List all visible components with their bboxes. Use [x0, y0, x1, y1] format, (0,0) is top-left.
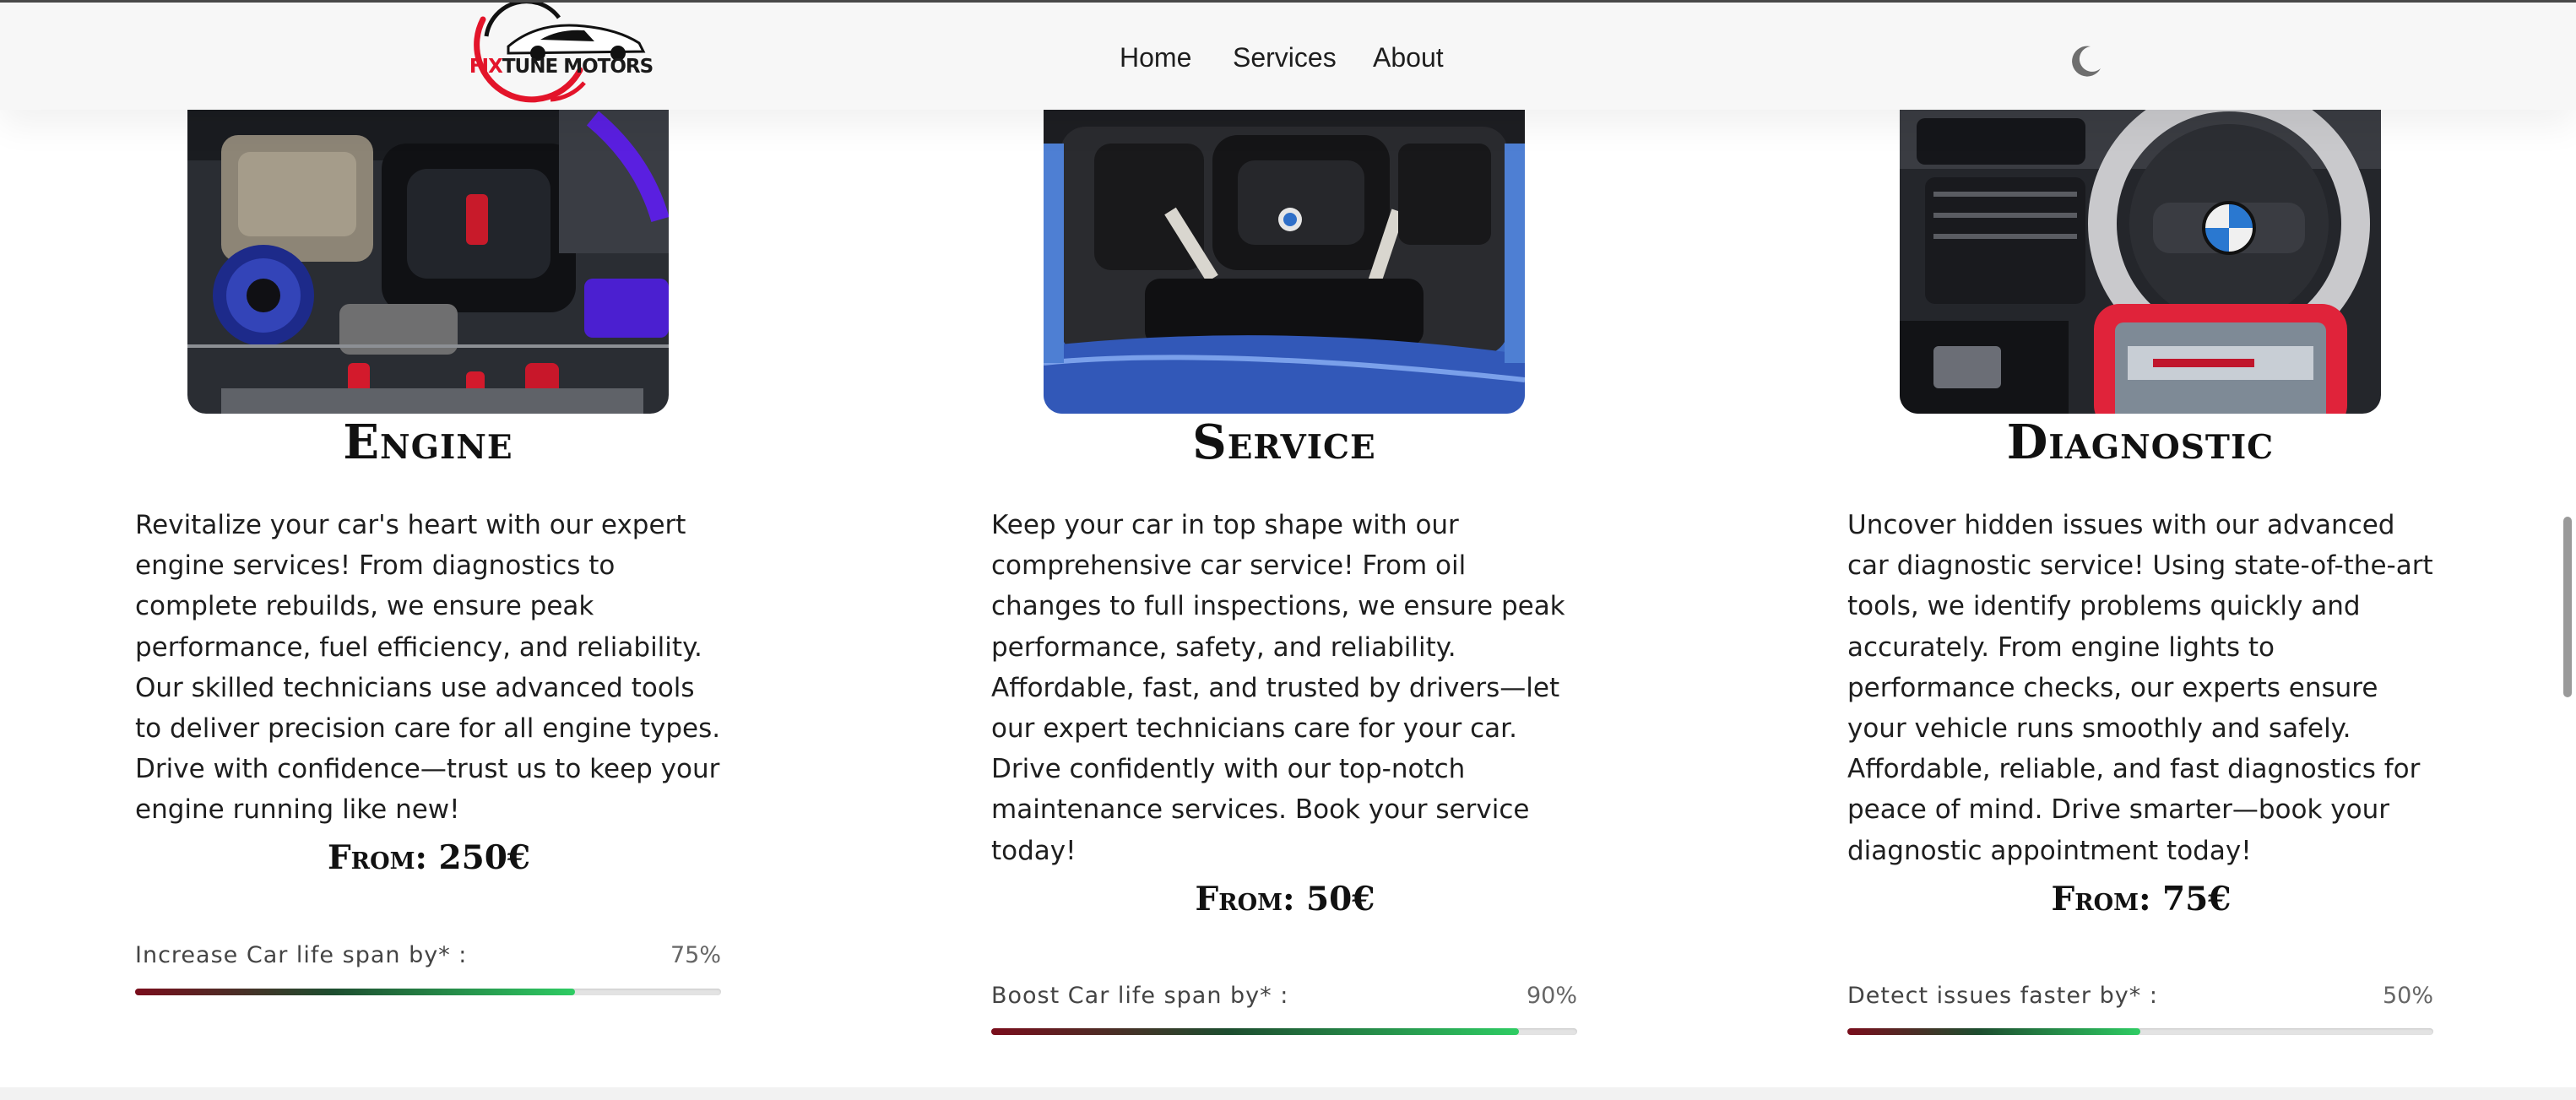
diagnostic-image: [1900, 110, 2381, 414]
diagnostic-bar-label: Detect issues faster by* :: [1847, 983, 2158, 1009]
engine-description: Revitalize your car's heart with our exp…: [135, 510, 721, 826]
diagnostic-bar-percent: 50%: [2382, 983, 2433, 1009]
service-bar-percent: 90%: [1526, 983, 1577, 1009]
moon-icon: [2072, 46, 2101, 77]
engine-bar-label: Increase Car life span by* :: [135, 942, 468, 968]
engine-bar-percent: 75%: [670, 942, 721, 968]
service-progress-fill: [991, 1028, 1519, 1035]
engine-title: Engine: [343, 415, 513, 470]
diagnostic-progress-bar: [1847, 1028, 2433, 1035]
engine-progress-fill: [135, 989, 575, 995]
diagnostic-description: Uncover hidden issues with our advanced …: [1847, 510, 2433, 866]
engine-progress-bar: [135, 989, 721, 995]
logo-text-red: FIX: [469, 56, 503, 78]
service-image: [1044, 110, 1525, 414]
site-header: FIXTUNE MOTORS Home Services About: [0, 0, 2576, 110]
engine-image: [187, 110, 669, 414]
nav-services[interactable]: Services: [1233, 38, 1337, 77]
logo-text-dark: TUNE MOTORS: [502, 56, 653, 78]
diagnostic-price: From: 75€: [2051, 880, 2232, 918]
engine-price: From: 250€: [327, 838, 531, 877]
service-progress-bar: [991, 1028, 1577, 1035]
page-scrollbar[interactable]: [2563, 517, 2572, 697]
diagnostic-title: Diagnostic: [2006, 415, 2275, 470]
nav-home[interactable]: Home: [1120, 38, 1191, 77]
logo-wordmark: FIXTUNE MOTORS: [458, 56, 664, 78]
logo-emblem-icon: [474, 0, 646, 103]
brand-logo[interactable]: FIXTUNE MOTORS: [458, 0, 664, 107]
theme-toggle-button[interactable]: [2069, 43, 2104, 79]
service-price: From: 50€: [1195, 880, 1375, 918]
bottom-strip: [0, 1087, 2576, 1100]
service-bar-label: Boost Car life span by* :: [991, 983, 1289, 1009]
service-title: Service: [1192, 415, 1376, 470]
service-description: Keep your car in top shape with our comp…: [991, 510, 1565, 866]
nav-about[interactable]: About: [1373, 38, 1444, 77]
diagnostic-progress-fill: [1847, 1028, 2140, 1035]
